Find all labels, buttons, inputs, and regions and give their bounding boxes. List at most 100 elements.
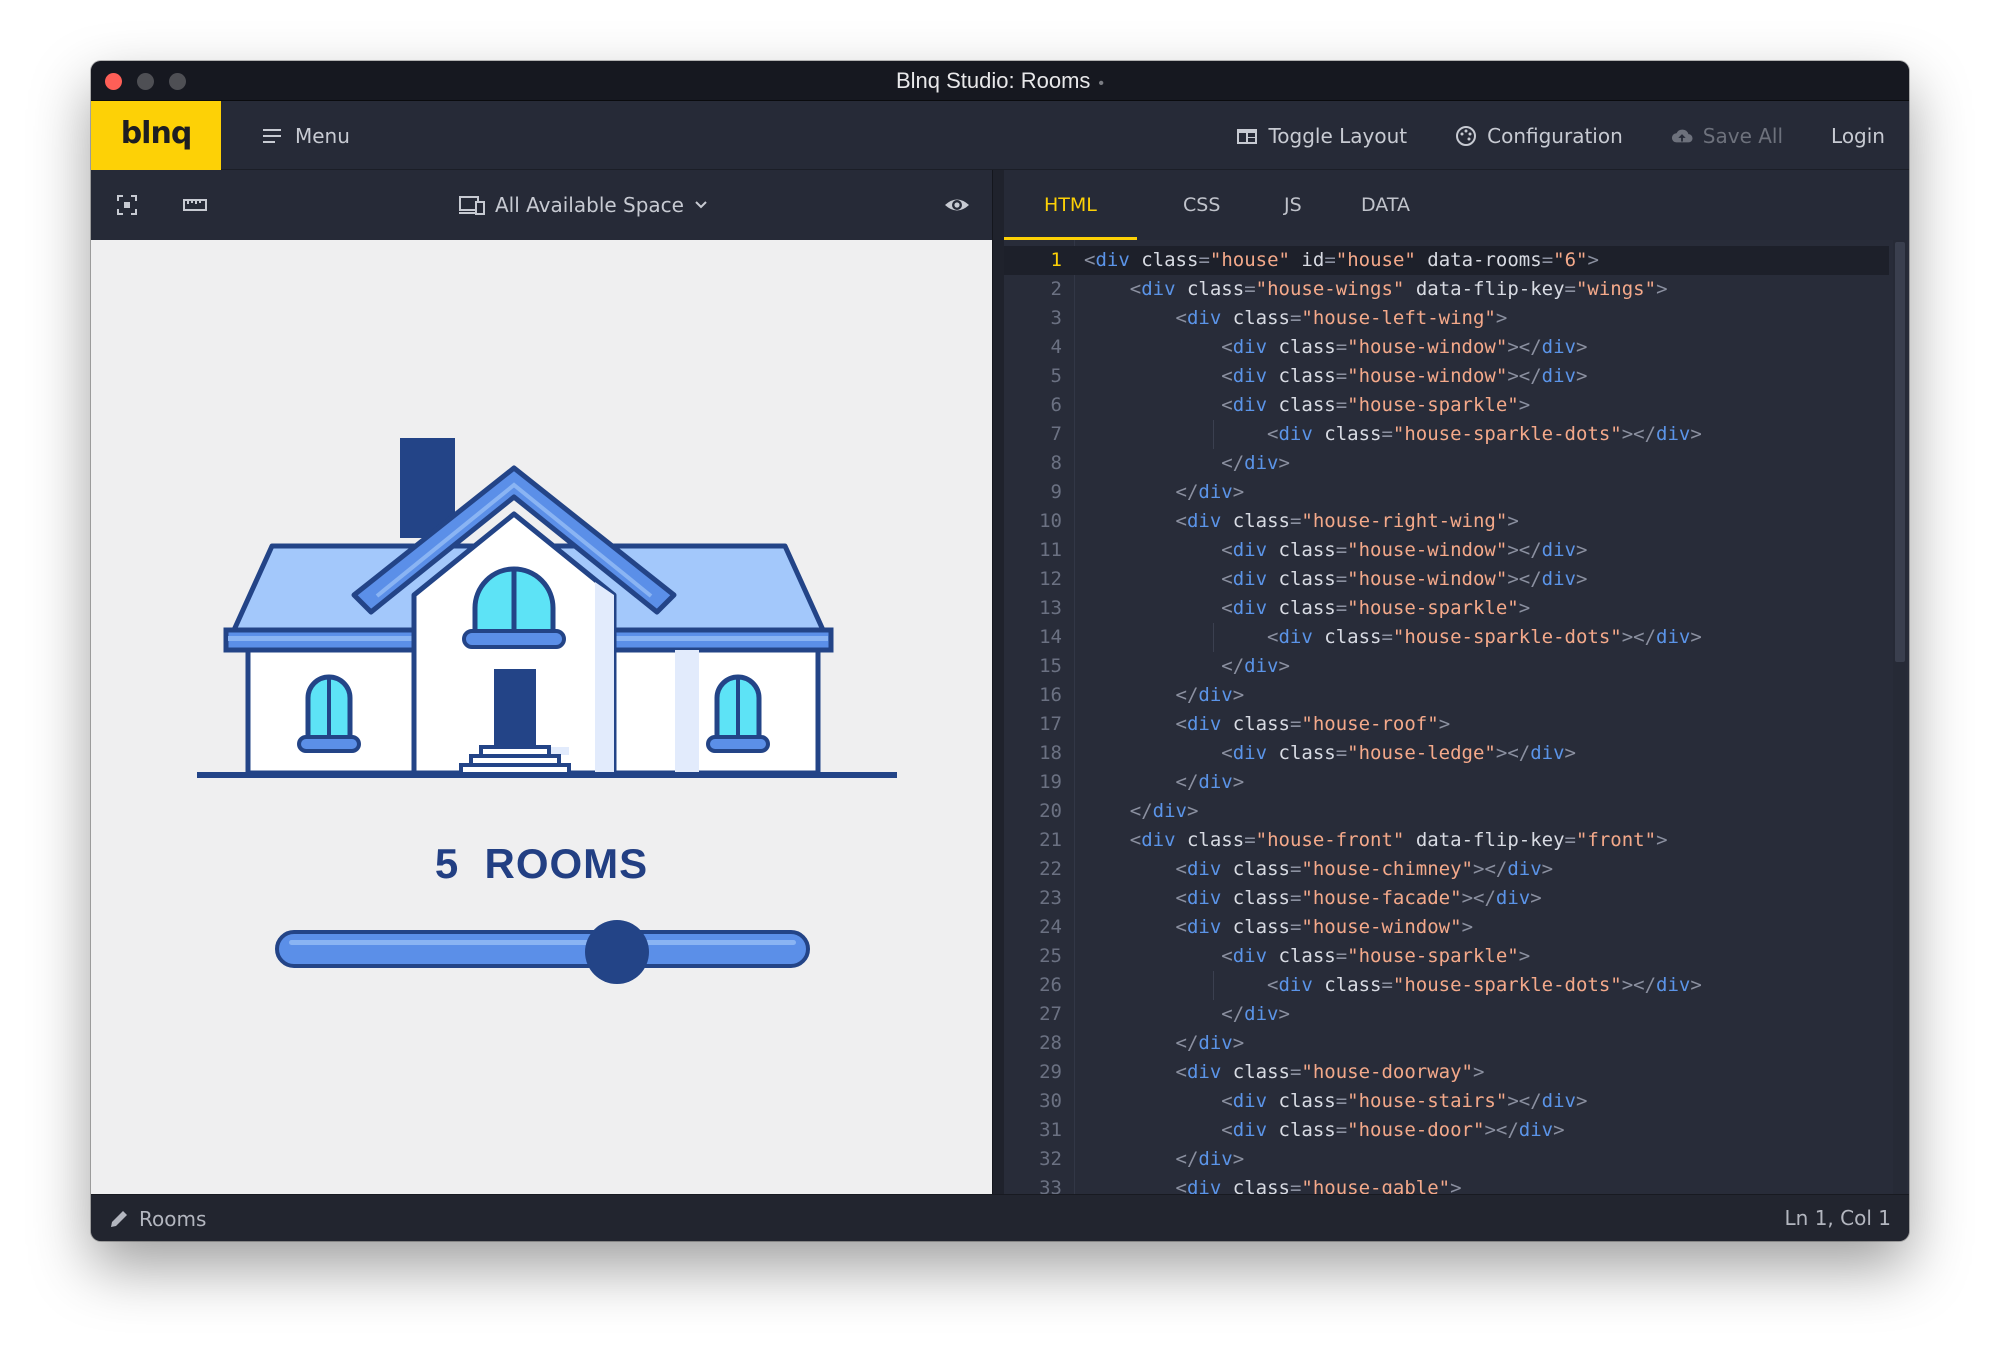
code-line-text: <div class="house-left-wing">: [1175, 307, 1508, 329]
code-line: 6 <div class="house-sparkle">: [1004, 391, 1889, 420]
code-line-text: </div>: [1175, 1148, 1245, 1170]
configuration-button[interactable]: Configuration: [1455, 124, 1623, 148]
code-line-text: <div class="house-sparkle-dots"></div>: [1267, 626, 1702, 648]
hamburger-icon: [263, 128, 281, 143]
device-size-dropdown[interactable]: All Available Space: [459, 170, 708, 240]
line-number: 25: [1039, 945, 1062, 967]
line-number: 33: [1039, 1177, 1062, 1194]
line-number: 3: [1050, 307, 1062, 329]
line-number: 7: [1050, 423, 1062, 445]
line-number: 12: [1039, 568, 1062, 590]
code-line-text: <div class="house-roof">: [1175, 713, 1451, 735]
code-line: 24 <div class="house-window">: [1004, 913, 1889, 942]
line-number: 31: [1039, 1119, 1062, 1141]
chevron-down-icon: [695, 201, 707, 209]
editor-scrollbar-thumb[interactable]: [1895, 242, 1905, 662]
code-line: 9 </div>: [1004, 478, 1889, 507]
rooms-slider-thumb[interactable]: [584, 920, 649, 984]
code-line: 16 </div>: [1004, 681, 1889, 710]
code-line: 7 <div class="house-sparkle-dots"></div>: [1004, 420, 1889, 449]
line-number: 20: [1039, 800, 1062, 822]
line-number: 26: [1039, 974, 1062, 996]
indent-guide: [1213, 971, 1215, 1000]
code-line-text: <div class="house-sparkle">: [1221, 945, 1531, 967]
rename-project-button[interactable]: Rooms: [109, 1195, 206, 1241]
code-line: 4 <div class="house-window"></div>: [1004, 333, 1889, 362]
code-line: 27 </div>: [1004, 1000, 1889, 1029]
line-number: 14: [1039, 626, 1062, 648]
line-number: 5: [1050, 365, 1062, 387]
tab-data[interactable]: DATA: [1321, 170, 1450, 240]
preview-toolbar: All Available Space: [91, 170, 992, 240]
project-name: Rooms: [139, 1206, 207, 1231]
code-line: 26 <div class="house-sparkle-dots"></div>: [1004, 971, 1889, 1000]
code-line-text: <div class="house-window"></div>: [1221, 568, 1588, 590]
code-line: 3 <div class="house-left-wing">: [1004, 304, 1889, 333]
line-number: 10: [1039, 510, 1062, 532]
toggle-layout-label: Toggle Layout: [1268, 123, 1408, 148]
modified-indicator: •: [1098, 75, 1105, 92]
line-number: 13: [1039, 597, 1062, 619]
code-line-text: </div>: [1175, 1032, 1245, 1054]
code-line-text: <div class="house" id="house" data-rooms…: [1084, 249, 1599, 271]
menu-label: Menu: [295, 123, 350, 148]
rooms-count: 5: [434, 840, 460, 887]
code-line: 25 <div class="house-sparkle">: [1004, 942, 1889, 971]
line-number: 11: [1039, 539, 1062, 561]
code-line: 29 <div class="house-doorway">: [1004, 1058, 1889, 1087]
login-button[interactable]: Login: [1831, 124, 1885, 148]
line-number: 16: [1039, 684, 1062, 706]
line-number: 27: [1039, 1003, 1062, 1025]
pane-resize-handle[interactable]: [992, 170, 1004, 1194]
rooms-slider-track[interactable]: [275, 930, 810, 968]
code-line: 14 <div class="house-sparkle-dots"></div>: [1004, 623, 1889, 652]
code-line: 21 <div class="house-front" data-flip-key…: [1004, 826, 1889, 855]
ruler-icon[interactable]: [183, 193, 207, 217]
code-line: 13 <div class="house-sparkle">: [1004, 594, 1889, 623]
line-number: 6: [1050, 394, 1062, 416]
line-number: 32: [1039, 1148, 1062, 1170]
tab-html[interactable]: HTML: [1004, 170, 1137, 240]
code-line-text: <div class="house-sparkle-dots"></div>: [1267, 974, 1702, 996]
screenshot-frame-icon[interactable]: [115, 193, 139, 217]
code-line-text: <div class="house-sparkle">: [1221, 597, 1531, 619]
code-line: 10 <div class="house-right-wing">: [1004, 507, 1889, 536]
code-line-text: <div class="house-window"></div>: [1221, 336, 1588, 358]
code-line-text: <div class="house-chimney"></div>: [1175, 858, 1554, 880]
code-line: 31 <div class="house-door"></div>: [1004, 1116, 1889, 1145]
line-number: 28: [1039, 1032, 1062, 1054]
line-number: 1: [1050, 249, 1062, 271]
cloud-upload-icon: [1671, 129, 1693, 142]
code-line: 1 <div class="house" id="house" data-room…: [1004, 246, 1889, 275]
line-number: 2: [1050, 278, 1062, 300]
line-number: 21: [1039, 829, 1062, 851]
tab-css[interactable]: CSS: [1143, 170, 1260, 240]
editor-scrollbar[interactable]: [1893, 240, 1907, 1194]
pencil-icon: [111, 1210, 127, 1227]
code-line: 12 <div class="house-window"></div>: [1004, 565, 1889, 594]
code-line-text: <div class="house-sparkle-dots"></div>: [1267, 423, 1702, 445]
rooms-word: ROOMS: [484, 840, 649, 887]
window-title-text: Blnq Studio: Rooms: [895, 68, 1091, 93]
code-line-text: </div>: [1175, 684, 1245, 706]
blnq-logo[interactable]: blnq: [91, 101, 221, 170]
line-number: 18: [1039, 742, 1062, 764]
code-line: 28 </div>: [1004, 1029, 1889, 1058]
code-line-text: </div>: [1129, 800, 1199, 822]
configuration-label: Configuration: [1487, 123, 1623, 148]
eye-icon[interactable]: [944, 193, 970, 217]
code-line: 8 </div>: [1004, 449, 1889, 478]
code-line-text: <div class="house-window"></div>: [1221, 539, 1588, 561]
code-line-text: <div class="house-doorway">: [1175, 1061, 1485, 1083]
code-editor[interactable]: 1 <div class="house" id="house" data-room…: [1004, 240, 1909, 1194]
window-title: Blnq Studio: Rooms •: [91, 61, 1909, 101]
code-line-text: <div class="house-stairs"></div>: [1221, 1090, 1588, 1112]
code-line: 30 <div class="house-stairs"></div>: [1004, 1087, 1889, 1116]
save-all-button[interactable]: Save All: [1671, 124, 1783, 148]
code-line-text: <div class="house-front" data-flip-key="…: [1129, 829, 1668, 851]
editor-tabs: HTML CSS JS DATA: [1004, 170, 1909, 240]
preview-pane: 5 ROOMS: [91, 240, 992, 1194]
toggle-layout-button[interactable]: Toggle Layout: [1236, 124, 1407, 148]
menu-button[interactable]: Menu: [263, 101, 350, 170]
code-line: 5 <div class="house-window"></div>: [1004, 362, 1889, 391]
